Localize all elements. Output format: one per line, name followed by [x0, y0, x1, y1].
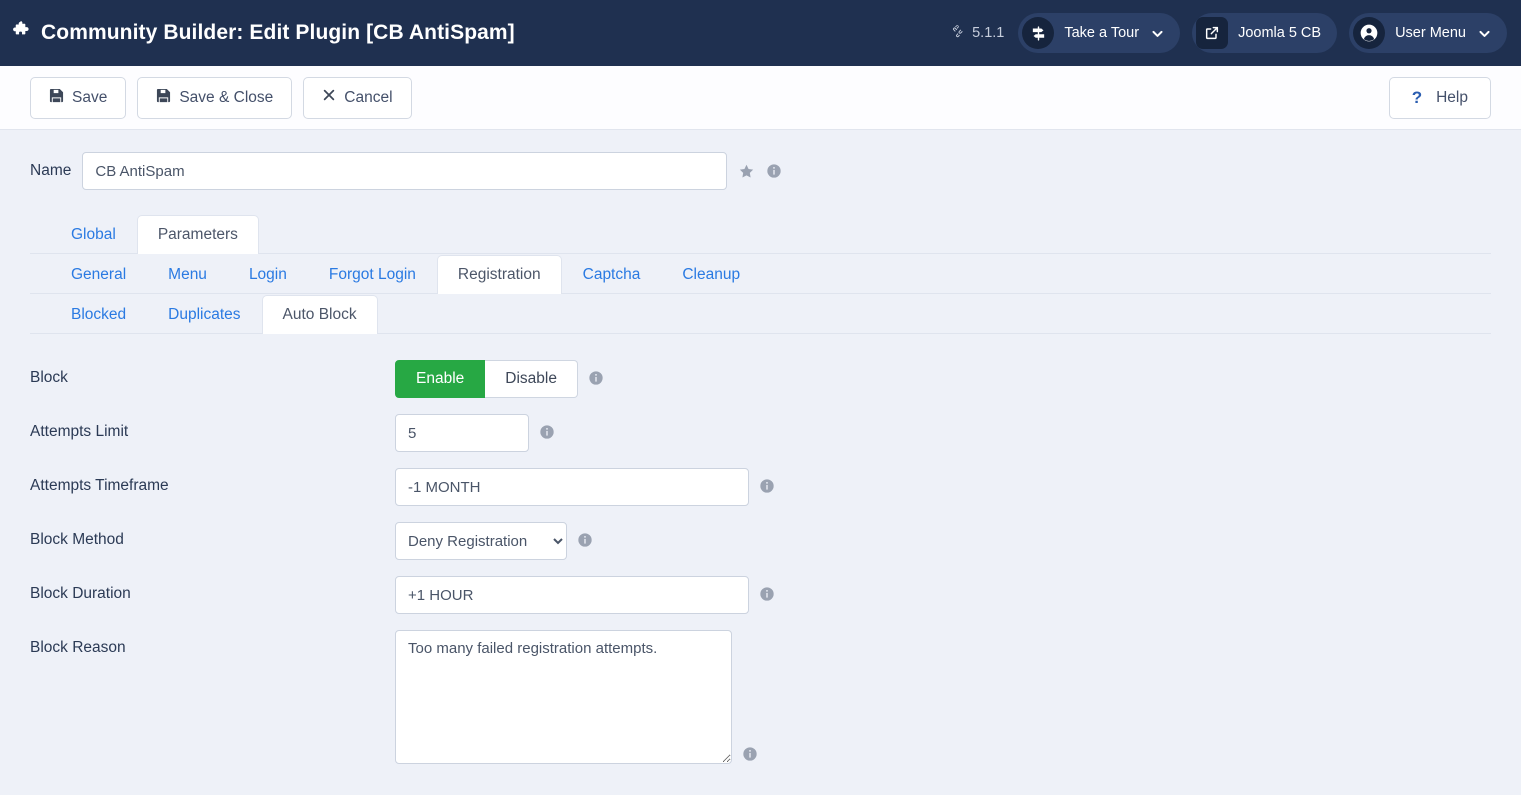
version-number: 5.1.1 — [972, 25, 1005, 41]
field-row-attempts-timeframe: Attempts Timeframe — [30, 468, 1491, 522]
save-button-label: Save — [72, 88, 108, 106]
header-actions: 5.1.1 Take a Tour Joomla 5 CB User Menu — [951, 13, 1507, 53]
joomla-version: 5.1.1 — [951, 24, 1004, 43]
block-method-select[interactable]: Deny Registration — [395, 522, 567, 560]
top-header-bar: Community Builder: Edit Plugin [CB AntiS… — [0, 0, 1521, 66]
info-icon[interactable] — [766, 163, 782, 179]
help-button[interactable]: ? Help — [1388, 76, 1491, 119]
field-row-attempts-limit: Attempts Limit — [30, 414, 1491, 468]
floppy-disk-icon — [49, 88, 64, 108]
block-duration-label: Block Duration — [30, 585, 131, 602]
help-button-label: Help — [1436, 88, 1468, 106]
tab-parameters[interactable]: Parameters — [136, 215, 259, 254]
auto-block-form: Block Enable Disable Attempts Limit 5 At… — [30, 334, 1491, 764]
block-reason-textarea[interactable] — [395, 630, 732, 764]
external-link-icon — [1196, 17, 1229, 49]
main-content: Name GlobalParameters GeneralMenuLoginFo… — [0, 130, 1521, 764]
joomla-icon — [951, 24, 966, 43]
cancel-button-label: Cancel — [344, 88, 393, 106]
cancel-button[interactable]: Cancel — [303, 76, 412, 119]
user-menu-label: User Menu — [1395, 25, 1466, 41]
star-icon[interactable] — [738, 163, 755, 180]
page-title: Community Builder: Edit Plugin [CB AntiS… — [41, 21, 515, 44]
tab-blocked[interactable]: Blocked — [50, 295, 147, 334]
block-disable-button[interactable]: Disable — [485, 360, 578, 398]
save-and-close-button-label: Save & Close — [179, 88, 274, 106]
attempts-limit-label: Attempts Limit — [30, 423, 129, 440]
info-icon[interactable] — [742, 746, 758, 764]
floppy-disk-icon — [156, 88, 171, 108]
tabs-level-1: Global Parameters — [30, 214, 1491, 254]
tab-global[interactable]: Global — [50, 215, 137, 254]
tab-forgot-login[interactable]: Forgot Login — [308, 255, 437, 294]
question-mark-icon: ? — [1411, 87, 1423, 107]
joomla-site-button[interactable]: Joomla 5 CB — [1192, 13, 1338, 53]
user-circle-icon — [1353, 17, 1386, 49]
field-row-block-reason: Block Reason — [30, 630, 1491, 764]
tab-duplicates[interactable]: Duplicates — [147, 295, 261, 334]
info-icon[interactable] — [577, 522, 593, 548]
block-duration-input[interactable] — [395, 576, 749, 614]
tab-auto-block[interactable]: Auto Block — [261, 295, 378, 334]
signpost-icon — [1022, 17, 1055, 49]
info-icon[interactable] — [588, 360, 604, 386]
chevron-down-icon — [1478, 27, 1491, 40]
close-x-icon — [322, 88, 336, 107]
block-enable-button[interactable]: Enable — [395, 360, 486, 398]
name-input[interactable] — [82, 152, 728, 190]
tab-general[interactable]: General — [50, 255, 147, 294]
info-icon[interactable] — [759, 576, 775, 602]
save-and-close-button[interactable]: Save & Close — [137, 76, 293, 119]
field-row-block-method: Block Method Deny Registration — [30, 522, 1491, 576]
tab-menu[interactable]: Menu — [147, 255, 228, 294]
info-icon[interactable] — [759, 468, 775, 494]
attempts-timeframe-input[interactable] — [395, 468, 749, 506]
tab-cleanup[interactable]: Cleanup — [661, 255, 761, 294]
block-method-label: Block Method — [30, 531, 124, 548]
tab-registration[interactable]: Registration — [436, 255, 562, 294]
attempts-limit-input[interactable] — [395, 414, 529, 452]
puzzle-piece-icon — [12, 20, 32, 46]
attempts-timeframe-label: Attempts Timeframe — [30, 477, 169, 494]
tabs-level-2: General Menu Login Forgot Login Registration… — [30, 254, 1491, 294]
page-title-group: Community Builder: Edit Plugin [CB AntiS… — [12, 20, 515, 46]
block-label: Block — [30, 369, 68, 386]
field-row-block-duration: Block Duration — [30, 576, 1491, 630]
name-label: Name — [30, 162, 72, 179]
info-icon[interactable] — [539, 414, 555, 440]
field-row-block: Block Enable Disable — [30, 360, 1491, 414]
block-toggle-group[interactable]: Enable Disable — [395, 360, 578, 398]
tab-captcha[interactable]: Captcha — [562, 255, 662, 294]
save-button[interactable]: Save — [30, 76, 127, 119]
tabs-level-3: Blocked Duplicates Auto Block — [30, 294, 1491, 334]
take-a-tour-label: Take a Tour — [1064, 25, 1140, 41]
name-field-row: Name — [30, 130, 1491, 190]
tab-login[interactable]: Login — [228, 255, 308, 294]
block-reason-label: Block Reason — [30, 639, 126, 656]
action-toolbar: Save Save & Close Cancel ? Help — [0, 66, 1521, 130]
take-a-tour-button[interactable]: Take a Tour — [1018, 13, 1181, 53]
chevron-down-icon — [1151, 27, 1164, 40]
joomla-site-label: Joomla 5 CB — [1238, 25, 1322, 41]
user-menu-button[interactable]: User Menu — [1349, 13, 1507, 53]
